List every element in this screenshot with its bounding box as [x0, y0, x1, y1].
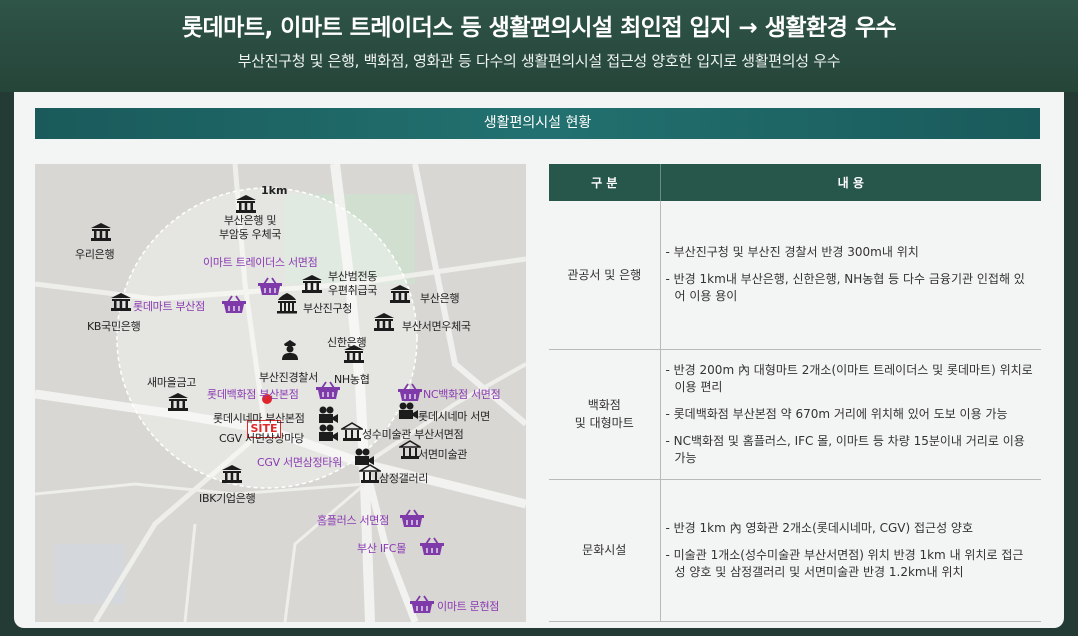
- cinema-icon[interactable]: [397, 402, 419, 424]
- museum-icon[interactable]: [339, 422, 365, 446]
- list-item: - 반경 1km내 부산은행, 신한은행, NH농협 등 다수 금융기관 인접해…: [665, 272, 1025, 304]
- map-marker-label: 롯데마트 부산점: [133, 300, 205, 313]
- shopping-basket-icon[interactable]: [419, 536, 445, 560]
- map-marker-label: 부산서면우체국: [402, 320, 471, 333]
- table-header-category: 구 분: [549, 164, 661, 201]
- page-title: 롯데마트, 이마트 트레이더스 등 생활편의시설 최인접 입지 → 생활환경 우…: [181, 15, 897, 41]
- list-item: - NC백화점 및 홈플러스, IFC 몰, 이마트 등 차량 15분이내 거리…: [665, 433, 1025, 465]
- row-content: - 반경 200m 內 대형마트 2개소(이마트 트레이더스 및 롯데마트) 위…: [660, 349, 1041, 480]
- bank-icon[interactable]: [167, 392, 189, 416]
- government-icon[interactable]: [275, 292, 299, 318]
- bank-icon[interactable]: [90, 222, 112, 246]
- map-marker-label: 롯데시네마 서면: [418, 410, 490, 423]
- location-map[interactable]: 1km SITE 부산은행 및 부암동 우체국 우리은행 이마트 트레이더스 서면점…: [35, 164, 526, 622]
- table-row: 문화시설 - 반경 1km 內 영화관 2개소(롯데시네마, CGV) 접근성 …: [549, 479, 1041, 622]
- map-marker-label: 롯데시네마 부산본점: [213, 412, 305, 425]
- row-category: 관공서 및 은행: [549, 201, 661, 350]
- bank-icon[interactable]: [221, 464, 243, 488]
- list-item: - 반경 1km 內 영화관 2개소(롯데시네마, CGV) 접근성 양호: [665, 520, 974, 535]
- list-item: - 부산진구청 및 부산진 경찰서 반경 300m내 위치: [665, 245, 919, 260]
- table-row: 백화점 및 대형마트 - 반경 200m 內 대형마트 2개소(이마트 트레이더…: [549, 349, 1041, 480]
- bank-icon[interactable]: [301, 274, 323, 298]
- facilities-table: 구 분 내 용 관공서 및 은행 - 부산진구청 및 부산진 경찰서 반경 30…: [549, 164, 1041, 622]
- map-marker-label: 이마트 트레이더스 서면점: [203, 256, 318, 269]
- row-content: - 부산진구청 및 부산진 경찰서 반경 300m내 위치 - 반경 1km내 …: [660, 201, 1041, 350]
- map-marker-label: 부산진구청: [303, 302, 353, 315]
- map-marker-label: CGV 서면삼정타워: [257, 456, 342, 469]
- map-marker-label: 우리은행: [75, 248, 115, 261]
- police-icon[interactable]: [280, 339, 300, 365]
- map-marker-label: KB국민은행: [87, 320, 141, 333]
- list-item: - 반경 200m 內 대형마트 2개소(이마트 트레이더스 및 롯데마트) 위…: [665, 362, 1033, 394]
- section-title-bar: 생활편의시설 현황: [35, 108, 1040, 139]
- shopping-basket-icon[interactable]: [315, 380, 341, 404]
- row-category-label: 백화점 및 대형마트: [574, 398, 634, 430]
- map-marker-label: 홈플러스 서면점: [317, 514, 389, 527]
- map-marker-label: CGV 서면상상마당: [219, 432, 304, 445]
- bank-icon[interactable]: [343, 344, 365, 368]
- map-marker-label: 새마을금고: [147, 376, 197, 389]
- cinema-icon[interactable]: [317, 424, 339, 446]
- bank-icon[interactable]: [373, 312, 395, 336]
- map-marker-label: IBK기업은행: [199, 492, 256, 505]
- map-marker-label: 부산범전동 우편취급국: [328, 270, 378, 297]
- museum-icon[interactable]: [357, 464, 383, 488]
- content-panel: 생활편의시설 현황 1km SITE 부산은행 및 부암동 우체국 우리은행 이…: [14, 92, 1064, 628]
- shopping-basket-icon[interactable]: [221, 294, 247, 318]
- bank-icon[interactable]: [389, 284, 411, 308]
- shopping-basket-icon[interactable]: [399, 508, 425, 532]
- row-content: - 반경 1km 內 영화관 2개소(롯데시네마, CGV) 접근성 양호 - …: [660, 479, 1041, 622]
- map-marker-label: 부산은행: [420, 292, 460, 305]
- map-marker-label: 부산은행 및 부암동 우체국: [219, 214, 282, 241]
- map-marker-label: 롯데백화점 부산본점: [207, 388, 299, 401]
- list-item: - 미술관 1개소(성수미술관 부산서면점) 위치 반경 1km 내 위치로 접…: [665, 547, 1024, 579]
- list-item: - 롯데백화점 부산본점 약 670m 거리에 위치해 있어 도보 이용 가능: [665, 406, 1008, 421]
- page-header: 롯데마트, 이마트 트레이더스 등 생활편의시설 최인접 입지 → 생활환경 우…: [0, 0, 1078, 92]
- map-marker-label: 삼정갤러리: [379, 472, 429, 485]
- map-marker-label: 서면미술관: [418, 448, 468, 461]
- map-marker-label: NC백화점 서면점: [423, 388, 501, 401]
- shopping-basket-icon[interactable]: [409, 594, 435, 618]
- row-category: 백화점 및 대형마트: [549, 349, 661, 480]
- table-header-content: 내 용: [660, 164, 1041, 201]
- row-category: 문화시설: [549, 479, 661, 622]
- table-row: 관공서 및 은행 - 부산진구청 및 부산진 경찰서 반경 300m내 위치 -…: [549, 201, 1041, 350]
- map-marker-label: 이마트 문현점: [437, 600, 500, 613]
- bank-icon[interactable]: [110, 292, 132, 316]
- page-subtitle: 부산진구청 및 은행, 백화점, 영화관 등 다수의 생활편의시설 접근성 양호…: [237, 52, 841, 70]
- radius-label: 1km: [261, 184, 288, 197]
- map-marker-label: 부산진경찰서: [259, 371, 318, 384]
- map-marker-label: 부산 IFC몰: [357, 542, 407, 555]
